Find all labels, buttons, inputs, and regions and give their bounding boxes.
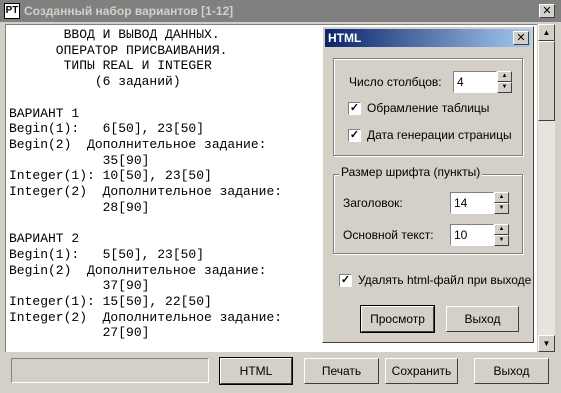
spin-down-icon[interactable]: ▼: [494, 203, 509, 214]
gen-date-checkbox[interactable]: ✓: [348, 129, 361, 142]
preview-button-label: Просмотр: [370, 312, 425, 326]
variants-text: ВВОД И ВЫВОД ДАННЫХ. ОПЕРАТОР ПРИСВАИВАН…: [9, 27, 282, 341]
exit-button[interactable]: Выход: [474, 358, 549, 384]
table-border-checkbox[interactable]: ✓: [348, 102, 361, 115]
font-size-group-label: Размер шрифта (пункты): [339, 165, 483, 179]
text-line: ВАРИАНТ 1: [9, 105, 80, 121]
spin-down-icon[interactable]: ▼: [494, 235, 509, 246]
window-title: Созданный набор вариантов [1-12]: [24, 4, 234, 18]
text-line: ВВОД И ВЫВОД ДАННЫХ.: [9, 27, 220, 42]
main-window: PT Созданный набор вариантов [1-12] ✕ ВВ…: [0, 0, 561, 393]
exit-button-label: Выход: [493, 364, 530, 378]
delete-html-label: Удалять html-файл при выходе: [358, 273, 532, 287]
text-line: ОПЕРАТОР ПРИСВАИВАНИЯ.: [9, 42, 228, 58]
dialog-exit-button-label: Выход: [464, 312, 501, 326]
scroll-up-arrow-icon[interactable]: ▲: [538, 24, 555, 41]
print-button-label: Печать: [321, 364, 362, 378]
text-line: ВАРИАНТ 2: [9, 231, 80, 247]
html-dialog: HTML ✕ Число столбцов: 4 ▲ ▼ ✓ Обрамлени…: [322, 26, 534, 343]
text-line: 27[90]: [9, 325, 150, 341]
text-line: Begin(1): 5[50], 23[50]: [9, 246, 205, 262]
spin-down-icon[interactable]: ▼: [497, 82, 512, 93]
vertical-scrollbar[interactable]: ▲ ▼: [538, 24, 555, 352]
heading-size-stepper[interactable]: 14 ▲ ▼: [450, 192, 510, 214]
columns-label: Число столбцов:: [349, 75, 442, 89]
text-line: (6 заданий): [9, 74, 181, 90]
preview-button[interactable]: Просмотр: [360, 305, 435, 333]
text-line: Integer(1): 10[50], 23[50]: [9, 168, 212, 184]
dialog-title: HTML: [328, 31, 362, 45]
html-button-label: HTML: [239, 364, 273, 378]
text-line: 28[90]: [9, 199, 150, 215]
spin-up-icon[interactable]: ▲: [497, 71, 512, 82]
dialog-title-bar[interactable]: HTML ✕: [325, 29, 531, 47]
body-size-label: Основной текст:: [343, 228, 434, 242]
text-line: Begin(1): 6[50], 23[50]: [9, 121, 205, 137]
text-line: Integer(2) Дополнительное задание:: [9, 309, 283, 325]
text-line: Integer(1): 15[50], 22[50]: [9, 293, 212, 309]
scroll-down-arrow-icon[interactable]: ▼: [538, 335, 555, 352]
body-size-input[interactable]: 10: [450, 224, 494, 246]
text-line: 37[90]: [9, 278, 150, 294]
save-button[interactable]: Сохранить: [385, 358, 458, 384]
heading-size-input[interactable]: 14: [450, 192, 494, 214]
dialog-close-button[interactable]: ✕: [513, 31, 529, 45]
heading-size-label: Заголовок:: [343, 196, 403, 210]
text-line: Integer(2) Дополнительное задание:: [9, 184, 283, 200]
scroll-thumb[interactable]: [538, 41, 555, 121]
text-line: ТИПЫ REAL И INTEGER: [9, 58, 212, 74]
dialog-exit-button[interactable]: Выход: [446, 306, 519, 332]
spin-up-icon[interactable]: ▲: [494, 192, 509, 203]
html-button[interactable]: HTML: [219, 357, 293, 385]
status-bar: [11, 358, 209, 383]
text-line: [9, 215, 282, 231]
text-line: 35[90]: [9, 152, 150, 168]
print-button[interactable]: Печать: [304, 358, 379, 384]
close-button[interactable]: ✕: [539, 4, 555, 18]
columns-stepper[interactable]: 4 ▲ ▼: [453, 71, 513, 93]
text-line: Begin(2) Дополнительное задание:: [9, 136, 267, 152]
text-line: [9, 90, 282, 106]
body-size-stepper[interactable]: 10 ▲ ▼: [450, 224, 510, 246]
app-icon[interactable]: PT: [4, 3, 20, 19]
text-line: Begin(2) Дополнительное задание:: [9, 262, 267, 278]
title-bar[interactable]: PT Созданный набор вариантов [1-12] ✕: [0, 0, 561, 22]
table-border-label: Обрамление таблицы: [367, 101, 490, 115]
delete-html-checkbox[interactable]: ✓: [339, 274, 352, 287]
gen-date-label: Дата генерации страницы: [367, 128, 512, 142]
save-button-label: Сохранить: [391, 364, 452, 378]
columns-input[interactable]: 4: [453, 71, 497, 93]
spin-up-icon[interactable]: ▲: [494, 224, 509, 235]
